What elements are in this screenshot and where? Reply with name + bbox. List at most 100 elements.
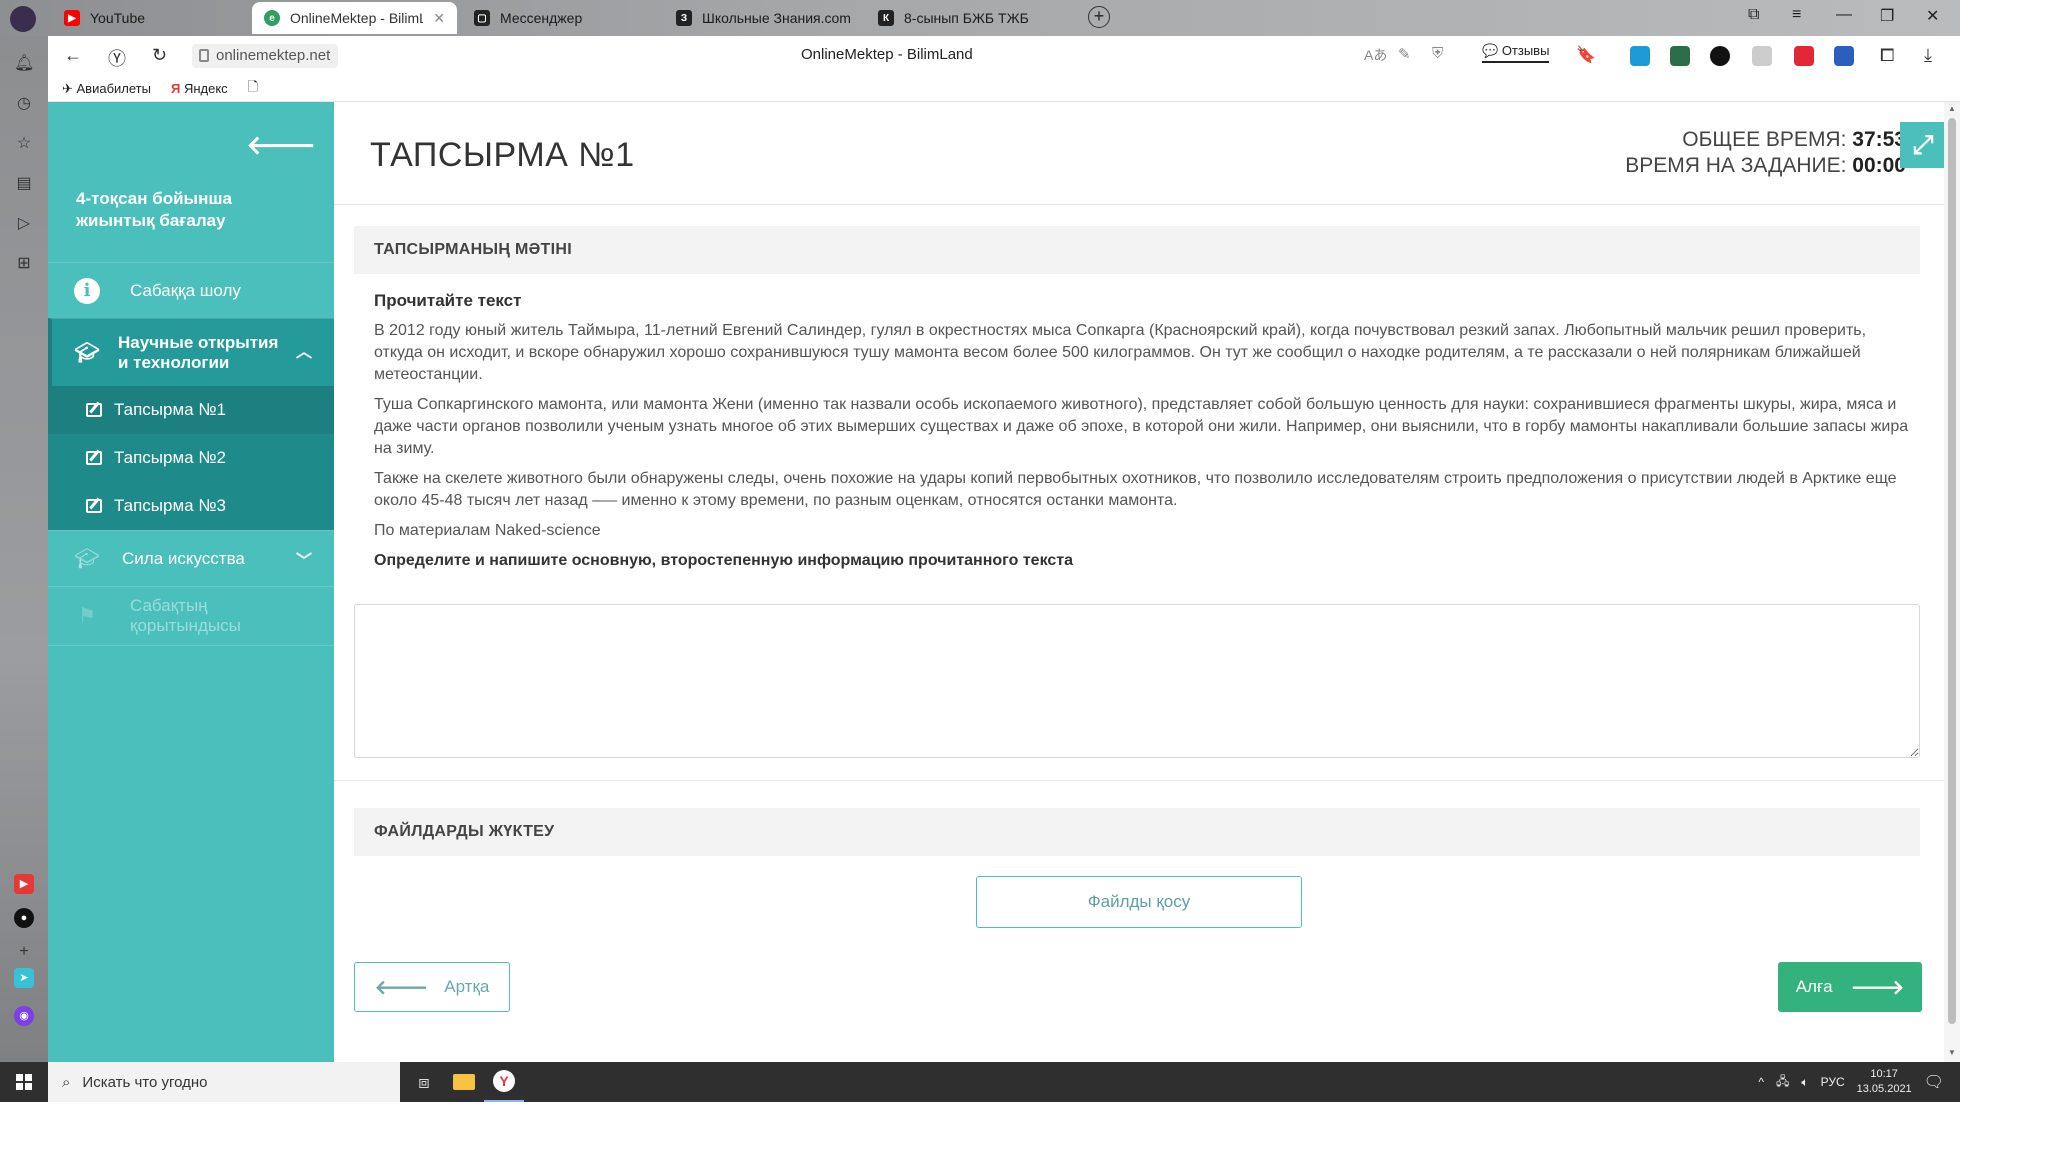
yandex-protect-icon[interactable]: Ⓨ <box>108 45 126 71</box>
notifications-icon[interactable]: 🗨 <box>1924 1072 1944 1092</box>
tab-label: 8-сынып БЖБ ТЖБ <box>904 10 1029 26</box>
bookmark-aviatickets[interactable]: ✈ Авиабилеты <box>62 81 151 97</box>
alice-icon[interactable]: ◉ <box>14 1006 34 1026</box>
course-title: 4-тоқсан бойынша жиынтық бағалау <box>76 189 232 230</box>
sidebar-subitem-task-2[interactable]: Тапсырма №2 <box>48 434 334 482</box>
menu-icon[interactable]: ≡ <box>1792 6 1801 24</box>
bookmark-yandex[interactable]: Я Яндекс <box>171 81 228 96</box>
bookmark-icon[interactable]: 🔖 <box>1576 45 1596 65</box>
chevron-up-icon[interactable]: ^ <box>1758 1075 1764 1089</box>
yandex-browser-taskbar-icon[interactable]: Y <box>484 1062 524 1102</box>
taskbar-search-placeholder: Искать что угодно <box>82 1073 208 1091</box>
add-file-button[interactable]: Файлды қосу <box>976 876 1302 928</box>
yandex-icon: Я <box>170 81 181 96</box>
download-icon[interactable]: ⤓ <box>1924 45 1932 66</box>
search-icon: ⌕ <box>62 1073 71 1091</box>
tab-bar: ▶ YouTube e OnlineMektep - BilimLa ✕ ▢ М… <box>0 0 1960 36</box>
close-icon[interactable]: ✕ <box>433 10 445 27</box>
url-text: onlinemektep.net <box>216 47 331 64</box>
reviews-button[interactable]: 💬 Отзывы <box>1482 43 1550 63</box>
maximize-icon[interactable]: ❐ <box>1880 6 1894 26</box>
extension-icon[interactable] <box>1834 46 1854 66</box>
collapse-arrow-icon[interactable]: 🡐 <box>246 130 316 161</box>
extension-shield-icon[interactable] <box>1752 46 1772 66</box>
bell-icon[interactable]: 🔔︎ <box>14 54 34 74</box>
tab-label: OnlineMektep - BilimLa <box>290 10 424 26</box>
tab-onlinemektep[interactable]: e OnlineMektep - BilimLa ✕ <box>252 2 457 34</box>
back-button-label: Артқа <box>444 977 490 996</box>
url-field[interactable]: onlinemektep.net <box>192 44 339 68</box>
collections-icon[interactable]: ▤ <box>14 174 34 194</box>
translate-icon[interactable]: Aあ <box>1364 45 1387 65</box>
scroll-thumb[interactable] <box>1948 118 1956 1024</box>
sidebar-item-label: Сила искусства <box>122 548 245 568</box>
sidebar-item-label: Сабаққа шолу <box>130 280 241 300</box>
lock-icon <box>199 49 209 62</box>
answer-textarea[interactable] <box>354 604 1920 758</box>
add-icon[interactable]: + <box>14 942 34 962</box>
file-explorer-icon[interactable] <box>444 1062 484 1102</box>
clock[interactable]: 10:17 13.05.2021 <box>1857 1067 1912 1097</box>
task-text-section-header: ТАПСЫРМАНЫҢ МӘТІНІ <box>354 226 1920 274</box>
document-icon[interactable]: 🗋 <box>248 78 258 100</box>
sidebar-item-science[interactable]: 🎓︎ Научные открытия и технологии ︿ <box>48 318 334 386</box>
music-icon[interactable]: ● <box>14 908 34 928</box>
tabs-icon[interactable]: ⧉ <box>1748 6 1759 24</box>
youtube-icon: ▶ <box>64 10 80 26</box>
sidebar-subitem-task-1[interactable]: Тапсырма №1 <box>48 386 334 434</box>
znanija-icon: З <box>676 10 692 26</box>
chevron-down-icon: ﹀ <box>295 552 312 570</box>
task-view-icon[interactable]: ⧈ <box>404 1062 444 1102</box>
reload-icon[interactable]: ↻ <box>152 45 167 66</box>
sidebar-item-result[interactable]: ⚑ Сабақтың қорытындысы <box>48 586 334 646</box>
language-indicator[interactable]: РУС <box>1821 1075 1845 1089</box>
extensions-puzzle-icon[interactable]: ⧠ <box>1880 45 1894 66</box>
course-sidebar: 🡐 4-тоқсан бойынша жиынтық бағалау i Саб… <box>48 102 334 1062</box>
clock-time: 10:17 <box>1870 1068 1898 1080</box>
profile-avatar[interactable] <box>10 6 36 32</box>
fullscreen-expand-icon[interactable]: ⤢ <box>1900 122 1946 168</box>
next-button[interactable]: Алға 🡒 <box>1778 962 1922 1012</box>
task-time: ВРЕМЯ НА ЗАДАНИЕ: 00:00 <box>1625 154 1906 178</box>
flag-icon: ⚑ <box>78 605 96 627</box>
shield-lock-icon[interactable]: ⛨ <box>1432 45 1443 62</box>
extension-icon[interactable] <box>1630 46 1650 66</box>
play-icon[interactable]: ▷ <box>14 214 34 234</box>
new-tab-button[interactable]: + <box>1088 6 1110 28</box>
sidebar-item-overview[interactable]: i Сабаққа шолу <box>48 262 334 318</box>
taskbar-search[interactable]: ⌕ Искать что угодно <box>48 1062 400 1102</box>
network-icon[interactable]: 🖧 <box>1776 1072 1789 1093</box>
vk-icon: К <box>878 10 894 26</box>
windows-logo-icon <box>16 1074 32 1090</box>
star-icon[interactable]: ☆ <box>14 134 34 154</box>
tab-messenger[interactable]: ▢ Мессенджер <box>462 2 662 34</box>
tab-youtube[interactable]: ▶ YouTube <box>52 2 252 34</box>
tab-label: YouTube <box>90 10 146 26</box>
apps-grid-icon[interactable]: ⊞ <box>14 254 34 274</box>
close-window-icon[interactable]: ✕ <box>1926 6 1939 26</box>
page-title-display: OnlineMektep - BilimLand <box>801 46 973 63</box>
back-arrow-icon[interactable]: ← <box>64 45 82 66</box>
extension-icon[interactable] <box>1794 46 1814 66</box>
graduation-cap-icon: 🎓︎ <box>74 548 100 570</box>
graduation-cap-icon: 🎓︎ <box>74 341 100 364</box>
scroll-up-icon[interactable]: ▲ <box>1948 104 1956 113</box>
sidebar-subitem-task-3[interactable]: Тапсырма №3 <box>48 482 334 530</box>
windows-start-button[interactable] <box>0 1062 48 1102</box>
back-button[interactable]: 🡐 Артқа <box>354 962 510 1012</box>
tab-vk[interactable]: К 8-сынып БЖБ ТЖБ <box>866 2 1066 34</box>
volume-icon[interactable]: 🔈︎ <box>1801 1075 1808 1090</box>
youtube-icon[interactable]: ▶ <box>14 874 34 894</box>
pen-icon[interactable]: ✎ <box>1398 45 1411 63</box>
extension-icon[interactable] <box>1670 46 1690 66</box>
sidebar-item-label: Научные открытия и технологии <box>118 332 279 372</box>
scroll-down-icon[interactable]: ▼ <box>1948 1048 1956 1057</box>
minimize-icon[interactable]: — <box>1836 6 1852 24</box>
vk-extension-icon[interactable] <box>1710 46 1730 66</box>
sidebar-item-art[interactable]: 🎓︎ Сила искусства ﹀ <box>48 530 334 586</box>
telegram-icon[interactable]: ➤ <box>14 968 34 988</box>
tab-znanija[interactable]: З Школьные Знания.com - Р <box>664 2 864 34</box>
page-scrollbar[interactable]: ▲ ▼ <box>1944 102 1960 1062</box>
history-icon[interactable]: ◷ <box>14 94 34 114</box>
onlinemektep-icon: e <box>264 10 280 26</box>
